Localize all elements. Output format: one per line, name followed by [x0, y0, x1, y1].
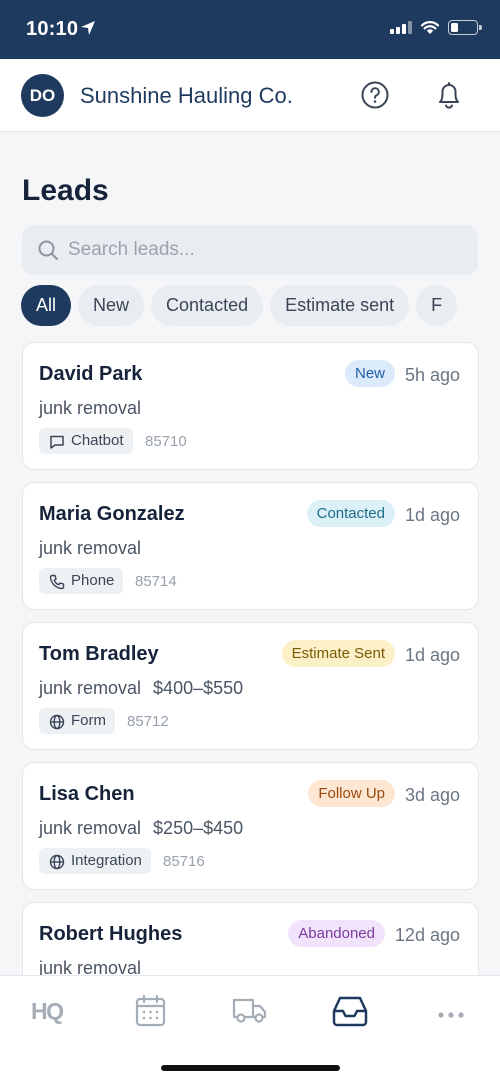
filter-chip[interactable]: Contacted: [151, 285, 264, 326]
lead-time: 1d ago: [404, 505, 460, 525]
bell-icon: [439, 82, 459, 109]
status-badge: Estimate Sent: [281, 640, 395, 667]
lead-service: junk removal: [39, 958, 141, 975]
lead-time: 1d ago: [404, 645, 460, 665]
help-icon: [361, 81, 389, 109]
lead-card[interactable]: David Park 5h ago New junk removal Chatbot 85…: [22, 342, 479, 470]
status-time: 10:10: [26, 18, 79, 40]
lead-source: Integration: [39, 848, 151, 874]
lead-time: 3d ago: [404, 785, 460, 805]
filter-chip[interactable]: All: [21, 285, 72, 326]
lead-zip: 85714: [135, 573, 177, 590]
lead-service: junk removal $250–$450: [39, 818, 243, 839]
lead-list: David Park 5h ago New junk removal Chatbot 85…: [22, 342, 479, 975]
lead-source-label: Form: [71, 712, 106, 729]
nav-jobs[interactable]: [232, 996, 268, 1029]
nav-calendar[interactable]: [135, 994, 166, 1032]
battery-icon: [448, 20, 482, 35]
hq-icon: HQ: [31, 998, 64, 1024]
app-header: DO Sunshine Hauling Co.: [0, 59, 500, 132]
lead-source: Form: [39, 708, 115, 734]
filter-chip[interactable]: F: [416, 285, 458, 326]
service-type: junk removal: [39, 958, 142, 975]
help-button[interactable]: [360, 80, 390, 110]
lead-time: 12d ago: [394, 925, 460, 945]
search-bar[interactable]: [22, 225, 478, 275]
lead-source-label: Chatbot: [71, 432, 124, 449]
nav-more[interactable]: [437, 1006, 465, 1024]
phone-icon: [49, 573, 65, 599]
lead-card[interactable]: Robert Hughes 12d ago Abandoned junk remova…: [22, 902, 479, 975]
lead-name: David Park: [39, 363, 143, 385]
filter-chips: All New Contacted Estimate sent F: [21, 285, 479, 327]
notifications-button[interactable]: [434, 79, 464, 111]
lead-card[interactable]: Lisa Chen 3d ago Follow Up junk removal $250…: [22, 762, 479, 890]
lead-service: junk removal: [39, 398, 141, 419]
service-type: junk removal: [39, 818, 142, 838]
lead-name: Robert Hughes: [39, 923, 183, 945]
status-bar: 10:10: [0, 0, 500, 59]
lead-name: Tom Bradley: [39, 643, 159, 665]
service-type: junk removal: [39, 678, 142, 698]
status-badge: Abandoned: [288, 920, 385, 947]
lead-zip: 85716: [163, 853, 205, 870]
lead-source-label: Phone: [71, 572, 115, 589]
lead-card[interactable]: Tom Bradley 1d ago Estimate Sent junk remov…: [22, 622, 479, 750]
cellular-signal-icon: [390, 21, 412, 34]
lead-service: junk removal $400–$550: [39, 678, 243, 699]
location-arrow-icon: [80, 20, 96, 41]
lead-zip: 85712: [127, 713, 169, 730]
globe-icon: [49, 713, 65, 739]
lead-name: Lisa Chen: [39, 783, 135, 805]
globe-icon: [49, 853, 65, 879]
truck-icon: [232, 998, 267, 1023]
chat-icon: [49, 433, 65, 459]
lead-source: Phone: [39, 568, 124, 594]
lead-time: 5h ago: [404, 365, 460, 385]
wifi-icon: [420, 21, 440, 34]
home-indicator: [161, 1065, 340, 1071]
price-range: $250–$450: [153, 818, 244, 838]
price-range: $400–$550: [153, 678, 244, 698]
filter-chip[interactable]: New: [78, 285, 145, 326]
lead-zip: 85710: [145, 433, 187, 450]
lead-card[interactable]: Maria Gonzalez 1d ago Contacted junk remova…: [22, 482, 479, 610]
search-input[interactable]: [68, 225, 464, 275]
page-title: Leads: [22, 174, 109, 207]
status-badge: Contacted: [306, 500, 395, 527]
company-name: Sunshine Hauling Co.: [80, 83, 293, 108]
calendar-icon: [135, 994, 166, 1027]
filter-chip[interactable]: Estimate sent: [270, 285, 410, 326]
more-icon: [438, 1012, 464, 1018]
lead-source: Chatbot: [39, 428, 133, 454]
nav-hq[interactable]: HQ: [31, 998, 64, 1025]
lead-name: Maria Gonzalez: [39, 503, 185, 525]
status-indicators: [390, 20, 482, 35]
status-badge: Follow Up: [308, 780, 395, 807]
service-type: junk removal: [39, 398, 142, 418]
lead-service: junk removal: [39, 538, 141, 559]
service-type: junk removal: [39, 538, 142, 558]
search-icon: [38, 240, 58, 260]
inbox-icon: [332, 996, 368, 1027]
avatar[interactable]: DO: [21, 74, 64, 117]
status-badge: New: [344, 360, 395, 387]
lead-source-label: Integration: [71, 852, 142, 869]
nav-leads[interactable]: [331, 995, 369, 1032]
